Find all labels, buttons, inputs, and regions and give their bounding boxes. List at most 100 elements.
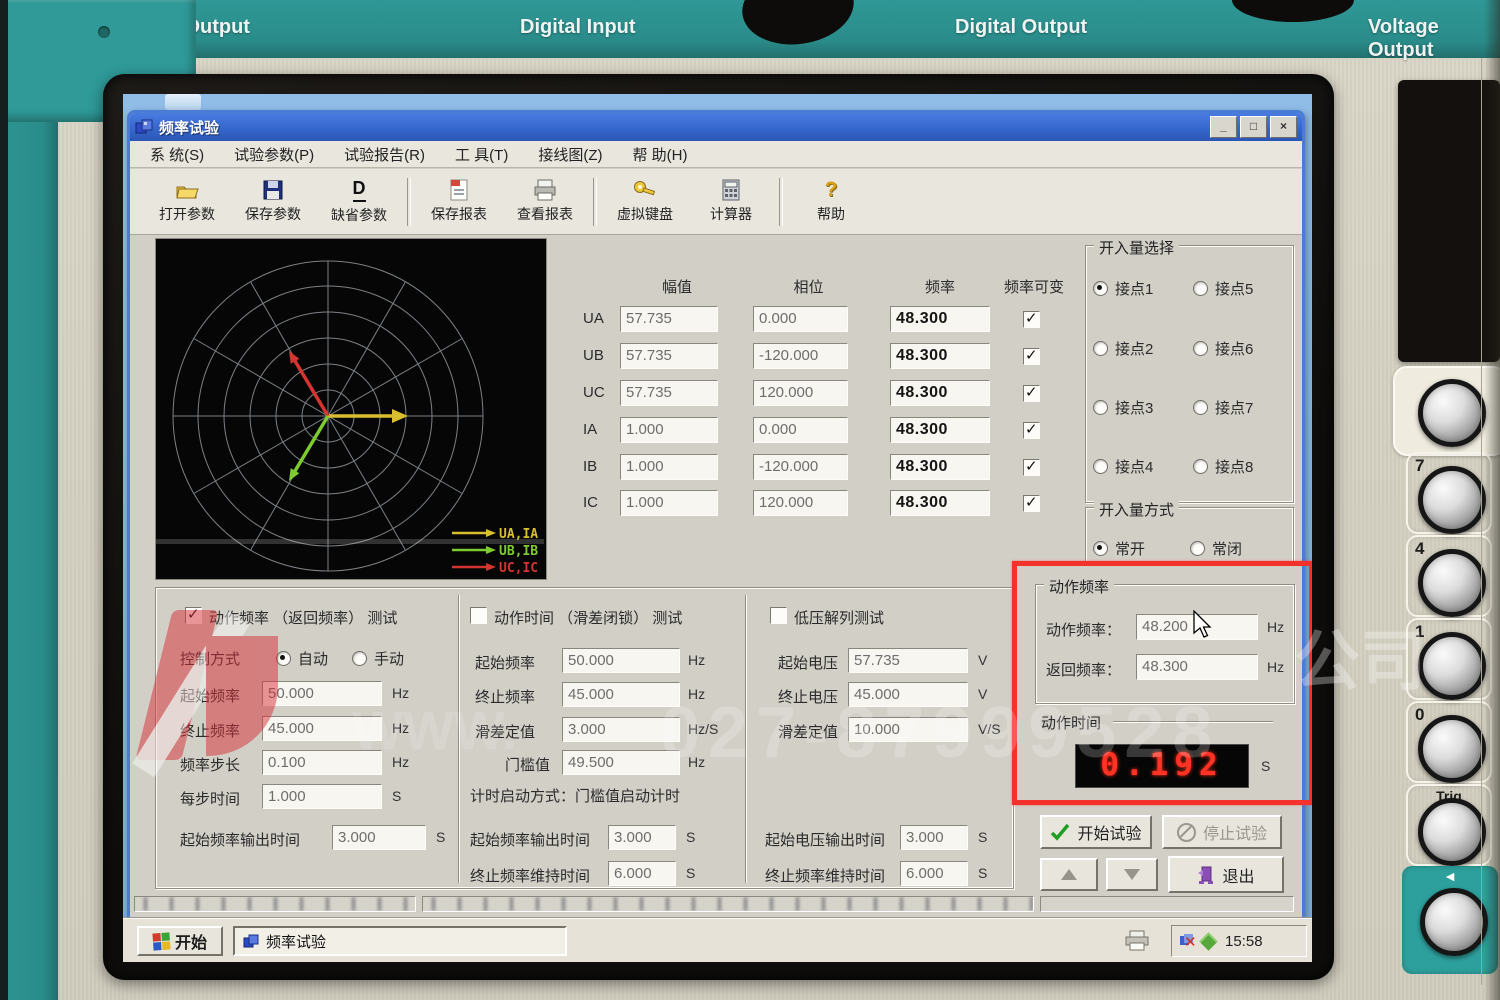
- tt-hold-time-field[interactable]: 6.000: [608, 861, 676, 886]
- ic-frequency-field[interactable]: 48.300: [890, 490, 990, 516]
- tt-start-freq-field[interactable]: 50.000: [562, 648, 680, 673]
- lv-start-volt-unit: V: [978, 652, 988, 668]
- calculator-button[interactable]: 计算器: [688, 173, 774, 231]
- ia-amplitude-field[interactable]: 1.000: [620, 417, 718, 443]
- ia-frequency-field[interactable]: 48.300: [890, 417, 990, 443]
- lv-start-volt-field[interactable]: 57.735: [848, 648, 968, 673]
- start-test-button[interactable]: 开始试验: [1040, 815, 1152, 849]
- ua-frequency-field[interactable]: 48.300: [890, 306, 990, 332]
- taskbar-clock[interactable]: 15:58: [1225, 933, 1263, 950]
- control-manual-radio[interactable]: [352, 651, 367, 666]
- contact-1-radio[interactable]: [1093, 281, 1108, 296]
- keypad-key-7-button[interactable]: [1418, 466, 1486, 534]
- normally-closed-radio[interactable]: [1190, 541, 1205, 556]
- ub-frequency-field[interactable]: 48.300: [890, 343, 990, 369]
- ic-freq-variable-checkbox[interactable]: [1023, 493, 1040, 512]
- ib-phase-field[interactable]: -120.000: [753, 454, 848, 480]
- scroll-down-button[interactable]: [1106, 858, 1158, 891]
- default-params-button[interactable]: D 缺省参数: [316, 173, 402, 231]
- tt-hold-time-label: 终止频率维持时间: [470, 868, 591, 885]
- time-test-checkbox[interactable]: [470, 607, 487, 624]
- contact-2-radio[interactable]: [1093, 341, 1108, 356]
- virtual-keyboard-button[interactable]: 虚拟键盘: [602, 173, 688, 231]
- freq-test-checkbox[interactable]: [185, 605, 202, 624]
- lv-test-checkbox[interactable]: [770, 607, 787, 624]
- hardware-knob-button[interactable]: [1418, 379, 1486, 447]
- uc-frequency-field[interactable]: 48.300: [890, 380, 990, 406]
- tt-threshold-field[interactable]: 49.500: [562, 750, 680, 775]
- contact-8-radio[interactable]: [1193, 459, 1208, 474]
- panel-divider: [458, 595, 460, 883]
- tt-slip-field[interactable]: 3.000: [562, 717, 680, 742]
- menu-wiring-diagram[interactable]: 接线图(Z): [538, 144, 602, 165]
- ic-amplitude-field[interactable]: 1.000: [620, 490, 718, 516]
- menu-test-params[interactable]: 试验参数(P): [234, 144, 314, 165]
- ua-freq-variable-checkbox[interactable]: [1023, 309, 1040, 328]
- uc-phase-field[interactable]: 120.000: [753, 380, 848, 406]
- ub-freq-variable-checkbox[interactable]: [1023, 346, 1040, 365]
- stop-test-button[interactable]: 停止试验: [1162, 815, 1282, 849]
- minimize-button[interactable]: _: [1210, 116, 1237, 138]
- control-auto-radio[interactable]: [276, 651, 291, 666]
- window-titlebar[interactable]: 频率试验 _ □ ×: [130, 113, 1302, 141]
- tt-end-freq-field[interactable]: 45.000: [562, 682, 680, 707]
- ft-output-time-field[interactable]: 3.000: [332, 825, 426, 850]
- ft-step-time-field[interactable]: 1.000: [262, 784, 382, 809]
- action-frequency-unit: Hz: [1267, 619, 1285, 635]
- maximize-button[interactable]: □: [1240, 116, 1267, 138]
- return-frequency-field[interactable]: 48.300: [1136, 654, 1258, 680]
- ua-amplitude-field[interactable]: 57.735: [620, 306, 718, 332]
- lv-end-volt-field[interactable]: 45.000: [848, 682, 968, 707]
- contact-5-radio[interactable]: [1193, 281, 1208, 296]
- ib-frequency-field[interactable]: 48.300: [890, 454, 990, 480]
- ft-start-freq-field[interactable]: 50.000: [262, 681, 382, 706]
- lv-hold-time-field[interactable]: 6.000: [900, 861, 968, 886]
- menu-tools[interactable]: 工 具(T): [455, 144, 508, 165]
- contact-6-radio[interactable]: [1193, 341, 1208, 356]
- ft-step-field[interactable]: 0.100: [262, 750, 382, 775]
- menu-test-report[interactable]: 试验报告(R): [344, 144, 425, 165]
- uc-amplitude-field[interactable]: 57.735: [620, 380, 718, 406]
- lv-test-checkbox-label: 低压解列测试: [794, 610, 885, 627]
- channel-name: IA: [583, 421, 598, 438]
- start-button[interactable]: 开始: [137, 926, 223, 956]
- ub-amplitude-field[interactable]: 57.735: [620, 343, 718, 369]
- status-segment: [1040, 896, 1294, 912]
- ia-freq-variable-checkbox[interactable]: [1023, 420, 1040, 439]
- tray-app-icon[interactable]: [1199, 931, 1218, 951]
- ft-end-freq-field[interactable]: 45.000: [262, 716, 382, 741]
- ub-phase-field[interactable]: -120.000: [753, 343, 848, 369]
- contact-4-radio[interactable]: [1093, 459, 1108, 474]
- ic-phase-field[interactable]: 120.000: [753, 490, 848, 516]
- save-report-button[interactable]: 保存报表: [416, 173, 502, 231]
- help-button[interactable]: ? 帮助: [788, 173, 874, 231]
- normally-open-radio[interactable]: [1093, 541, 1108, 556]
- save-params-button[interactable]: 保存参数: [230, 173, 316, 231]
- calculator-icon: [722, 179, 740, 201]
- menu-system[interactable]: 系 统(S): [150, 144, 204, 165]
- contact-3-radio[interactable]: [1093, 400, 1108, 415]
- tt-output-time-field[interactable]: 3.000: [608, 825, 676, 850]
- keypad-key-1-button[interactable]: [1418, 632, 1486, 700]
- view-report-button[interactable]: 查看报表: [502, 173, 588, 231]
- uc-freq-variable-checkbox[interactable]: [1023, 383, 1040, 402]
- tray-printer-icon[interactable]: [1123, 930, 1151, 952]
- taskbar-item-frequency-test[interactable]: 频率试验: [233, 926, 567, 956]
- exit-button[interactable]: 退出: [1168, 856, 1284, 893]
- open-params-button[interactable]: 打开参数: [144, 173, 230, 231]
- ib-freq-variable-checkbox[interactable]: [1023, 457, 1040, 476]
- lv-output-time-field[interactable]: 3.000: [900, 825, 968, 850]
- keypad-key-trig-button[interactable]: [1418, 798, 1486, 866]
- close-button[interactable]: ×: [1270, 116, 1297, 138]
- tray-network-icon[interactable]: ✕: [1180, 933, 1197, 951]
- keypad-key-0-button[interactable]: [1418, 715, 1486, 783]
- ib-amplitude-field[interactable]: 1.000: [620, 454, 718, 480]
- lv-slip-field[interactable]: 10.000: [848, 717, 968, 742]
- ua-phase-field[interactable]: 0.000: [753, 306, 848, 332]
- keypad-key-4-button[interactable]: [1418, 549, 1486, 617]
- keypad-key-left-button[interactable]: [1420, 888, 1488, 956]
- menu-help[interactable]: 帮 助(H): [632, 144, 687, 165]
- contact-7-radio[interactable]: [1193, 400, 1208, 415]
- ia-phase-field[interactable]: 0.000: [753, 417, 848, 443]
- scroll-up-button[interactable]: [1040, 858, 1098, 891]
